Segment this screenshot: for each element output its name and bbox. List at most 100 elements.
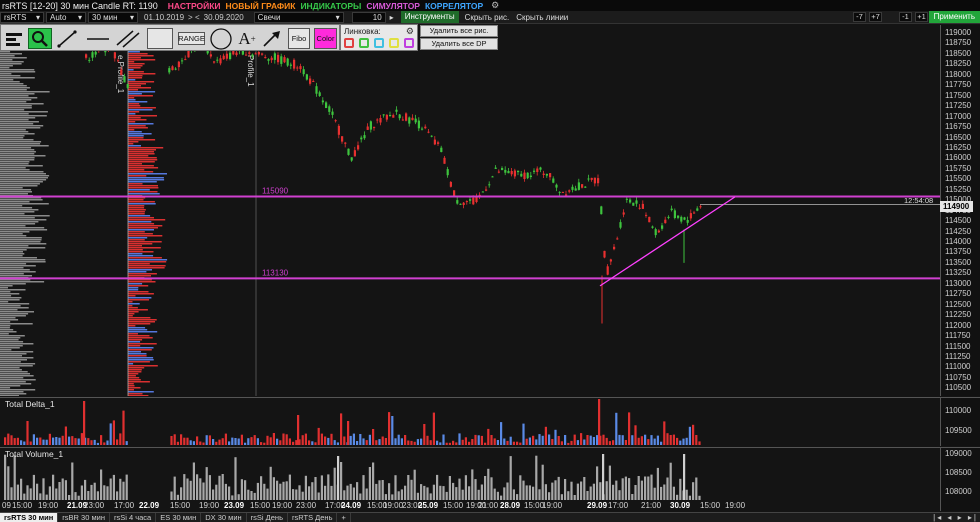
chart-tab[interactable]: rsSi День	[247, 513, 288, 522]
profile-bar	[0, 211, 35, 213]
profile-bar	[0, 173, 46, 175]
candle-body	[430, 135, 433, 137]
arrow-icon[interactable]: ▸	[390, 13, 394, 22]
volume-bar	[324, 485, 327, 500]
delta-bar	[218, 439, 221, 445]
channel-icon[interactable]	[115, 28, 141, 49]
profile-bar	[128, 241, 162, 243]
candle-body	[376, 119, 379, 121]
chart-tab[interactable]: rsSi 4 часа	[110, 513, 157, 522]
profile-bar	[0, 343, 34, 345]
color-button[interactable]: Color	[314, 28, 337, 49]
candle-body	[565, 194, 568, 196]
delta-bar	[205, 435, 208, 445]
settings-icon[interactable]: ⚙	[406, 26, 414, 37]
apply-button[interactable]: Применить	[928, 11, 980, 23]
add-tab-button[interactable]: +	[337, 513, 351, 522]
scale-select[interactable]: Auto ▾	[46, 11, 86, 23]
chart-type-select[interactable]: Свечи ▾	[253, 11, 344, 23]
symbol-select[interactable]: rsRTS ▾	[0, 11, 44, 23]
candle	[526, 172, 529, 180]
candle-body	[296, 67, 299, 69]
fibo-button[interactable]: Fibo	[288, 28, 310, 49]
arrow-icon[interactable]	[261, 28, 283, 49]
profile-bar	[128, 243, 153, 245]
profile-bar	[128, 351, 141, 353]
chart-tab[interactable]: rsBR 30 мин	[58, 513, 110, 522]
candle-body	[88, 59, 91, 61]
profile-bar	[128, 63, 145, 65]
date-from[interactable]: 01.10.2019	[144, 13, 184, 22]
date-nav[interactable]: > <	[188, 13, 200, 22]
zoom-icon[interactable]	[28, 28, 52, 49]
profile-bar	[128, 337, 153, 339]
link-green[interactable]	[359, 38, 369, 48]
menu-simulator[interactable]: СИМУЛЯТОР	[366, 1, 420, 11]
plus1-button[interactable]: +1	[915, 12, 928, 22]
link-yellow[interactable]	[389, 38, 399, 48]
delta-bar	[7, 433, 10, 445]
volume-bar	[378, 480, 381, 500]
price-tick: 113000	[945, 278, 972, 288]
menu-settings[interactable]: НАСТРОЙКИ	[168, 1, 221, 11]
menu-new-chart[interactable]: НОВЫЙ ГРАФИК	[226, 1, 296, 11]
chart-tab[interactable]: ES 30 мин	[156, 513, 202, 522]
candle	[456, 196, 459, 205]
hide-drawing-button[interactable]: Скрыть рис.	[465, 13, 510, 22]
trendline-icon[interactable]	[56, 28, 78, 49]
circle-icon[interactable]	[208, 27, 234, 50]
gear-icon[interactable]: ⚙	[491, 0, 499, 11]
volume-bar	[375, 483, 378, 500]
price-chart[interactable]: e Profile_1 Profile_1115090113130	[0, 25, 940, 396]
link-red[interactable]	[344, 38, 354, 48]
delete-dp-button[interactable]: Удалить все DP	[420, 38, 498, 50]
timeframe-select[interactable]: 30 мин ▾	[88, 11, 138, 23]
profile-bar	[128, 267, 165, 269]
volume-bar	[535, 455, 538, 500]
chart-tab[interactable]: rsRTS День	[288, 513, 338, 522]
time-axis[interactable]: 09 15:00 19:00 21.09 23:00 17:00 22.09 15:00 19:…	[0, 500, 940, 511]
delta-pane[interactable]: Total Delta_1	[0, 397, 940, 446]
chart-tab[interactable]: rsRTS 30 мин	[0, 513, 59, 522]
candle-body	[411, 117, 414, 121]
profile-bar	[128, 165, 154, 167]
profile-bar	[0, 381, 26, 383]
volume-bar	[368, 467, 371, 500]
profile-bar	[0, 145, 49, 147]
minus1-button[interactable]: -1	[899, 12, 912, 22]
menu-correlator[interactable]: КОРРЕЛЯТОР	[425, 1, 483, 11]
text-icon[interactable]: A +	[236, 28, 258, 49]
link-cyan[interactable]	[374, 38, 384, 48]
horizontal-line-icon[interactable]	[85, 28, 111, 49]
volume-pane[interactable]: Total Volume_1	[0, 447, 940, 500]
delete-drawings-button[interactable]: Удалить все рис.	[420, 25, 498, 37]
link-purple[interactable]	[404, 38, 414, 48]
candle	[405, 112, 408, 122]
time-axis-day-label: 24.09	[341, 501, 362, 510]
plus7-button[interactable]: +7	[869, 12, 882, 22]
tools-button[interactable]: Инструменты	[400, 11, 459, 23]
candle	[638, 204, 641, 210]
profile-bar	[0, 207, 33, 209]
date-to[interactable]: 30.09.2020	[204, 13, 244, 22]
profile-bar	[128, 109, 153, 111]
candle	[296, 65, 299, 71]
bars-icon[interactable]	[3, 28, 25, 49]
profile-bar	[128, 309, 148, 311]
hide-lines-button[interactable]: Скрыть линии	[516, 13, 568, 22]
profile-bar	[0, 137, 24, 139]
range-button[interactable]: RANGE	[178, 32, 205, 45]
tab-navigation[interactable]: |◂ ◂ ▸ ▸|	[933, 513, 978, 522]
candle-body	[382, 114, 385, 116]
time-axis-corner	[940, 500, 980, 511]
chart-tab[interactable]: DX 30 мин	[201, 513, 247, 522]
rectangle-icon[interactable]	[147, 28, 173, 49]
main-chart-pane[interactable]: e Profile_1 Profile_1 115090 113130	[0, 25, 940, 396]
bars-input[interactable]: 10	[351, 11, 386, 23]
minus7-button[interactable]: -7	[853, 12, 866, 22]
profile-bar	[0, 271, 36, 273]
profile-bar	[128, 389, 134, 391]
candle-body	[325, 102, 328, 108]
menu-indicators[interactable]: ИНДИКАТОРЫ	[300, 1, 361, 11]
candle-body	[446, 169, 449, 176]
